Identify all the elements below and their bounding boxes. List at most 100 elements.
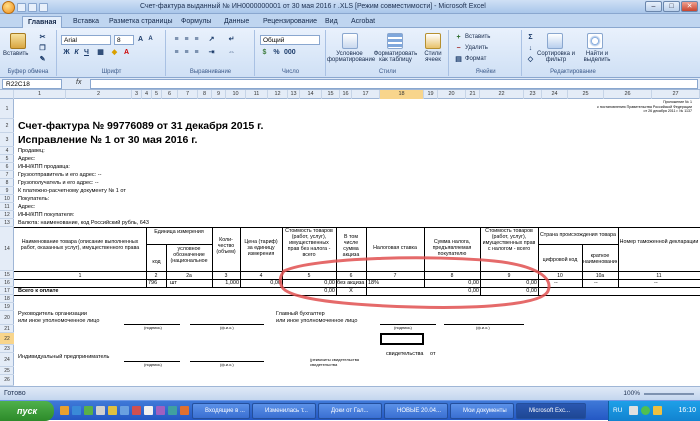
align-center-icon[interactable]: ≡ <box>182 48 191 57</box>
orientation-icon[interactable]: ↗ <box>207 35 216 44</box>
row-header[interactable]: 3 <box>0 133 14 147</box>
active-cell[interactable] <box>380 333 424 345</box>
underline-icon[interactable]: Ч <box>82 48 91 57</box>
quicklaunch-icon[interactable] <box>156 406 165 415</box>
quicklaunch-icon[interactable] <box>96 406 105 415</box>
column-header[interactable]: 13 <box>288 90 300 99</box>
conditional-format-button[interactable]: Условное форматирование <box>327 51 375 63</box>
cell-cost[interactable]: 0,00 <box>283 280 335 286</box>
column-header-selected[interactable]: 18 <box>380 90 424 99</box>
align-middle-icon[interactable]: ≡ <box>182 35 191 44</box>
currency-icon[interactable]: $ <box>260 48 269 57</box>
insert-cells-icon[interactable]: + <box>454 33 463 42</box>
tab-data[interactable]: Данные <box>219 16 254 28</box>
column-header[interactable]: 15 <box>322 90 340 99</box>
worksheet[interactable]: Приложение № 1 к постановлению Правитель… <box>14 99 700 386</box>
total-sum[interactable]: 0,00 <box>481 288 537 294</box>
column-header[interactable]: 23 <box>524 90 542 99</box>
font-color-icon[interactable]: A <box>122 48 131 57</box>
row-header[interactable]: 18 <box>0 295 14 303</box>
column-header[interactable]: 11 <box>246 90 268 99</box>
column-header[interactable]: 10 <box>226 90 246 99</box>
quicklaunch-icon[interactable] <box>72 406 81 415</box>
quicklaunch-icon[interactable] <box>60 406 69 415</box>
row-header[interactable]: 14 <box>0 227 14 271</box>
office-button[interactable] <box>2 1 15 14</box>
borders-icon[interactable]: ▦ <box>96 48 105 57</box>
row-header[interactable]: 21 <box>0 325 14 333</box>
column-header[interactable]: 7 <box>178 90 198 99</box>
column-header[interactable]: 8 <box>198 90 212 99</box>
row-header[interactable]: 11 <box>0 203 14 211</box>
fx-icon[interactable]: fx <box>76 79 81 86</box>
insert-cells-button[interactable]: Вставить <box>465 34 490 40</box>
row-header[interactable]: 8 <box>0 179 14 187</box>
cell-country-name[interactable]: -- <box>594 280 598 286</box>
formula-input[interactable] <box>90 79 698 89</box>
cut-icon[interactable]: ✂ <box>38 33 47 42</box>
copy-icon[interactable]: ❐ <box>38 44 47 53</box>
table-format-button[interactable]: Форматировать как таблицу <box>373 51 418 63</box>
column-header[interactable]: 9 <box>212 90 226 99</box>
align-bottom-icon[interactable]: ≡ <box>192 35 201 44</box>
tray-icon[interactable] <box>641 406 650 415</box>
grow-font-icon[interactable]: A <box>136 35 145 44</box>
format-painter-icon[interactable]: ✎ <box>38 55 47 64</box>
quicklaunch-icon[interactable] <box>144 406 153 415</box>
row-header[interactable]: 12 <box>0 211 14 219</box>
total-tax[interactable]: 0,00 <box>425 288 479 294</box>
paste-icon[interactable] <box>10 33 26 49</box>
row-header[interactable]: 7 <box>0 171 14 179</box>
select-all-corner[interactable] <box>0 90 14 99</box>
clock[interactable]: 16:10 <box>678 407 696 414</box>
quicklaunch-icon[interactable] <box>84 406 93 415</box>
indent-icon[interactable]: ⇥ <box>207 48 216 57</box>
quicklaunch-icon[interactable] <box>168 406 177 415</box>
row-header[interactable]: 5 <box>0 155 14 163</box>
row-header[interactable]: 17 <box>0 287 14 295</box>
cell-qty[interactable]: 1,000 <box>213 280 239 286</box>
italic-icon[interactable]: К <box>72 48 81 57</box>
column-header[interactable]: 3 <box>132 90 142 99</box>
tab-insert[interactable]: Вставка <box>68 16 104 28</box>
cell-excise[interactable]: без акциза <box>337 280 364 286</box>
row-header-selected[interactable]: 22 <box>0 333 14 345</box>
tab-review[interactable]: Рецензирование <box>258 16 322 28</box>
quicklaunch-icon[interactable] <box>120 406 129 415</box>
quicklaunch-icon[interactable] <box>132 406 141 415</box>
taskbar-item[interactable]: Изменилась т... <box>252 403 316 419</box>
maximize-button[interactable]: □ <box>663 1 680 12</box>
delete-cells-icon[interactable]: − <box>454 44 463 53</box>
row-header[interactable]: 23 <box>0 345 14 353</box>
delete-cells-button[interactable]: Удалить <box>465 45 488 51</box>
tab-formulas[interactable]: Формулы <box>176 16 216 28</box>
column-header[interactable]: 6 <box>162 90 178 99</box>
cell-code[interactable]: 796 <box>148 280 157 286</box>
row-header[interactable]: 20 <box>0 311 14 325</box>
clear-icon[interactable]: ◇ <box>526 55 535 64</box>
column-header[interactable]: 4 <box>142 90 152 99</box>
font-size-select[interactable]: 8 <box>114 35 134 45</box>
merge-icon[interactable]: ⇔ <box>227 48 236 57</box>
find-select-icon[interactable] <box>587 33 603 49</box>
taskbar-item[interactable]: Доки от Гал... <box>318 403 382 419</box>
column-header[interactable]: 27 <box>652 90 700 99</box>
cell-price[interactable]: 0,00 <box>241 280 281 286</box>
percent-icon[interactable]: % <box>272 48 281 57</box>
row-header[interactable]: 15 <box>0 271 14 279</box>
align-right-icon[interactable]: ≡ <box>192 48 201 57</box>
cell-tax[interactable]: 0,00 <box>425 280 479 286</box>
align-left-icon[interactable]: ≡ <box>172 48 181 57</box>
column-header[interactable]: 26 <box>604 90 652 99</box>
row-header[interactable]: 25 <box>0 367 14 375</box>
tab-page-layout[interactable]: Разметка страницы <box>104 16 178 28</box>
taskbar-item[interactable]: Входящие в ... <box>192 403 250 419</box>
bold-icon[interactable]: Ж <box>62 48 71 57</box>
row-header[interactable]: 6 <box>0 163 14 171</box>
column-header[interactable]: 14 <box>300 90 322 99</box>
cell-country-code[interactable]: -- <box>554 280 558 286</box>
row-header[interactable]: 2 <box>0 119 14 133</box>
sort-filter-icon[interactable] <box>547 33 563 49</box>
font-name-select[interactable]: Arial <box>61 35 111 45</box>
paste-button[interactable]: Вставить <box>3 51 28 57</box>
